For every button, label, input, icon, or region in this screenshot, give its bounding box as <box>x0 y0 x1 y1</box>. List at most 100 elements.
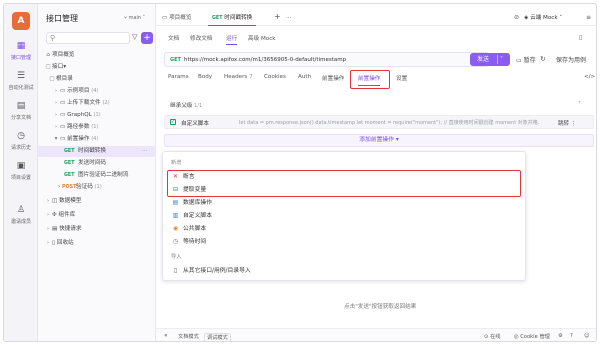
script-preview: let data = pm.response.json().data.times… <box>239 120 539 126</box>
debug-mode-button[interactable]: 调试模式 <box>204 333 231 341</box>
tree-item-folder[interactable]: › ▭ 上传下载文件 (2) <box>38 98 156 109</box>
add-pre-op-button[interactable]: 添加前置操作 ▾ <box>164 134 594 147</box>
menu-item-wait[interactable]: ◷ 等待时间 <box>171 237 206 247</box>
method-badge: GET <box>64 149 75 154</box>
checkbox[interactable]: ✓ <box>170 119 176 125</box>
tab-edit-doc[interactable]: 修改文档 <box>190 34 212 42</box>
tree-item-components[interactable]: › ✣ 组件库 <box>38 210 156 221</box>
rail-item-invite[interactable]: ♙ 邀请成员 <box>4 204 38 225</box>
inherit-parent[interactable]: 继承父级 1/1 <box>170 101 202 109</box>
help-icon[interactable]: ? <box>570 333 573 339</box>
chevron-right-icon: › <box>54 100 58 106</box>
endpoint-item[interactable]: › POST验证码 (1) <box>38 182 156 193</box>
api-icon: ▦ <box>16 41 26 51</box>
tab-auth[interactable]: Auth <box>298 74 311 80</box>
rail-item-api[interactable]: ▦ 接口管理 <box>4 40 38 61</box>
chevron-down-icon: ▾ <box>63 64 67 70</box>
tree-item-folder[interactable]: ▾ ▭ 前置操作 (4) <box>38 134 156 145</box>
highlight-pre-ops-tab <box>350 70 390 89</box>
tab-mock[interactable]: 高级 Mock <box>248 34 276 42</box>
share-icon[interactable]: ⊘ <box>514 12 519 26</box>
jump-button[interactable]: 跳转 ⋮ <box>558 119 576 127</box>
tab-body[interactable]: Body <box>198 74 212 80</box>
chevron-down-icon[interactable]: ˅ <box>578 101 581 108</box>
tree-item-data-model[interactable]: › ◫ 数据模型 <box>38 196 156 207</box>
empty-response-hint: 点击"发送"按钮获取返回结果 <box>344 304 417 310</box>
new-tab-button[interactable]: + <box>274 11 281 25</box>
rail-item-share-doc[interactable]: ▤ 分享文档 <box>4 100 38 121</box>
online-status[interactable]: ⊙ 在线 <box>484 333 500 340</box>
layout-toggle-icon[interactable]: ▯ <box>579 34 582 41</box>
add-button[interactable]: + <box>141 32 153 44</box>
home-icon: ⌂ <box>46 52 50 58</box>
menu-item-custom-script[interactable]: ▥ 自定义脚本 <box>171 211 212 221</box>
add-pre-op-menu: 新增 ✕ 断言 ⊟ 提取变量 ▤ 数据库操作 ▥ 自定义脚本 ◉ 公共脚本 ◷ 等待时间 导… <box>162 151 526 281</box>
tab-pre-ops[interactable]: 前置操作 <box>322 74 344 82</box>
rail-item-settings[interactable]: ▣ 项目设置 <box>4 160 38 181</box>
tab-timestamp[interactable]: GET 时间戳转换 <box>208 12 257 26</box>
search-icon: ⚲ <box>50 34 56 42</box>
url-input[interactable]: https://mock.apifox.com/m1/3656905-0-def… <box>184 57 346 63</box>
highlight-menu-items <box>167 170 521 197</box>
chevron-down-icon[interactable]: ˅ <box>500 53 503 66</box>
project-title: 接口管理 <box>46 14 78 23</box>
tab-run[interactable]: 运行 <box>226 34 238 45</box>
endpoint-item[interactable]: GET 图片验证码二进制流 <box>38 170 156 181</box>
user-icon[interactable]: ☺ <box>584 333 589 339</box>
rail-item-automation[interactable]: ☰ 自动化测试 <box>4 70 38 91</box>
tree-item-trash[interactable]: › ▯ 回收站 <box>38 238 156 249</box>
menu-item-database[interactable]: ▤ 数据库操作 <box>171 198 212 208</box>
tree-item-quick-request[interactable]: › ▤ 快捷请求 <box>38 224 156 235</box>
url-bar[interactable]: GET https://mock.apifox.com/m1/3656905-0… <box>164 52 489 67</box>
save-button[interactable]: ▭ 暂存 <box>516 55 536 64</box>
tree-item-folder[interactable]: › ▭ GraphQL (1) <box>38 110 156 121</box>
chevron-right-icon: › <box>46 226 50 232</box>
tab-cookies[interactable]: Cookies <box>264 74 286 80</box>
method-select[interactable]: GET <box>170 57 181 63</box>
more-tabs-button[interactable]: ··· <box>286 12 291 26</box>
cookie-manager-button[interactable]: ◎ Cookie 管理 <box>514 333 550 340</box>
chevron-right-icon: › <box>54 124 58 130</box>
app-window: A ▦ 接口管理 ☰ 自动化测试 ▤ 分享文档 ◷ 请求历史 ▣ 项目设置 ♙ … <box>3 3 597 342</box>
method-badge: GET <box>64 161 75 166</box>
tab-doc[interactable]: 文档 <box>168 34 179 42</box>
menu-item-import[interactable]: ▯ 从其它接口/用例/目录导入 <box>171 266 251 276</box>
chevron-right-icon: › <box>54 112 58 118</box>
tree-item-folder[interactable]: › ▭ 示例项目 (4) <box>38 86 156 97</box>
send-button[interactable]: 发送 ˅ <box>470 53 510 66</box>
tree-item-root[interactable]: ▢根目录 <box>38 74 156 85</box>
tab-params[interactable]: Params <box>168 74 189 80</box>
search-input[interactable]: ⚲ <box>46 32 130 44</box>
tab-overview[interactable]: ▭ 项目概览 <box>162 12 191 26</box>
save-as-case-button[interactable]: 保存为用例 <box>556 55 586 64</box>
tab-bar: ▭ 项目概览 GET 时间戳转换 + ··· ⊘ ◈ 云端 Mock ˅ ≡ <box>156 11 596 26</box>
tab-settings[interactable]: 设置 <box>396 74 407 82</box>
tree-item-folder[interactable]: › ▭ 路径参数 (1) <box>38 122 156 133</box>
chevron-right-icon: › <box>46 212 50 218</box>
refresh-icon[interactable]: ↻ <box>540 55 546 63</box>
branch-selector[interactable]: ⑂ main ˅ <box>124 15 145 21</box>
more-icon[interactable]: ··· <box>142 146 147 157</box>
filter-icon[interactable]: ▽ <box>132 33 137 41</box>
public-script-icon: ◉ <box>172 225 179 232</box>
collapse-icon[interactable]: « <box>164 332 168 339</box>
left-rail: A ▦ 接口管理 ☰ 自动化测试 ▤ 分享文档 ◷ 请求历史 ▣ 项目设置 ♙ … <box>4 4 38 341</box>
menu-item-public-script[interactable]: ◉ 公共脚本 <box>171 224 206 234</box>
tab-headers[interactable]: Headers 7 <box>224 74 253 80</box>
status-bar: « 文档模式 调试模式 ⊙ 在线 ◎ Cookie 管理 ⚙ ? ☺ <box>156 328 596 341</box>
folder-icon: ▢ <box>49 76 55 82</box>
doc-mode-button[interactable]: 文档模式 <box>178 333 199 340</box>
invite-icon: ♙ <box>16 205 26 215</box>
settings-icon[interactable]: ⚙ <box>558 333 563 339</box>
endpoint-item-selected[interactable]: GET 时间戳转换 ··· <box>38 146 156 157</box>
environment-selector[interactable]: ◈ 云端 Mock ˅ <box>524 13 562 21</box>
code-icon[interactable]: </> <box>584 74 595 80</box>
endpoint-item[interactable]: GET 发送时间码 <box>38 158 156 169</box>
menu-icon[interactable]: ≡ <box>586 12 591 26</box>
history-icon: ◷ <box>17 131 25 141</box>
rail-item-history[interactable]: ◷ 请求历史 <box>4 130 38 151</box>
custom-script-row[interactable]: ✓ 自定义脚本 let data = pm.response.json().da… <box>164 115 594 129</box>
chevron-right-icon: › <box>54 88 58 94</box>
tree-item-overview[interactable]: ⌂ 项目概览 <box>38 50 156 61</box>
tree-item-api[interactable]: ▢接口▾ <box>38 62 156 73</box>
